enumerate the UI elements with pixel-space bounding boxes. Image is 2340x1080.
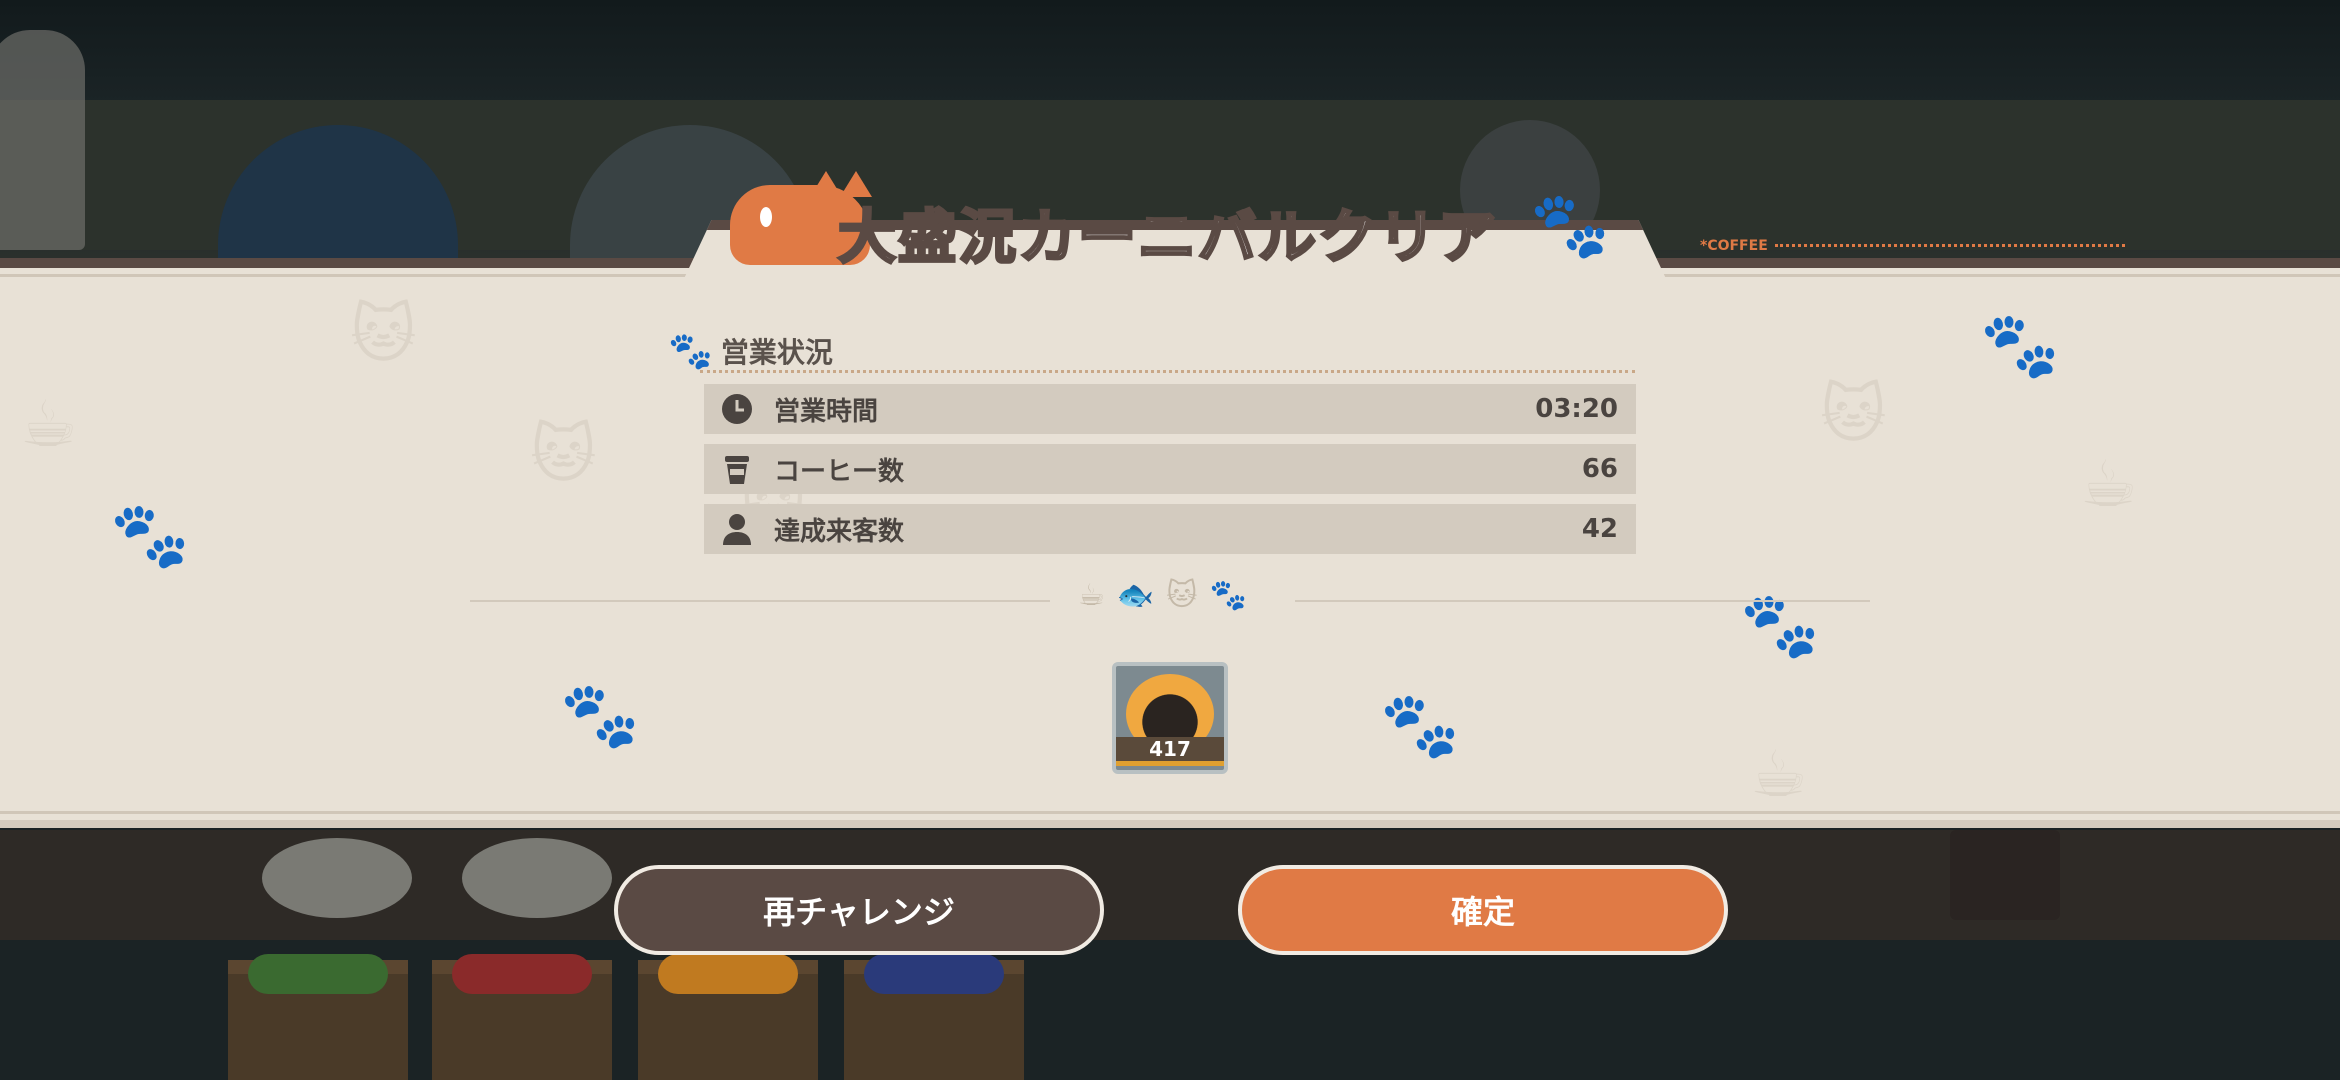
stat-value: 66 <box>1581 454 1618 484</box>
coffee-tag: *COFFEE <box>1700 238 1768 254</box>
cup-watermark-icon: ☕ <box>1750 738 1808 812</box>
stat-label: コーヒー数 <box>774 456 905 487</box>
divider-ornament: ☕ 🐟 🐱 🐾 <box>1078 578 1247 613</box>
cup-watermark-icon: ☕ <box>20 388 78 462</box>
coffee-dotted-line <box>1775 244 2125 247</box>
crate-decor <box>638 954 818 1080</box>
crate-decor <box>432 954 612 1080</box>
crate-decor <box>228 954 408 1080</box>
cat-watermark-icon: 🐱 <box>1820 378 1887 452</box>
result-title: 大盛況カーニバルクリア <box>836 202 1499 273</box>
plate-decor <box>462 838 612 918</box>
paw-icon: 🐾 <box>1209 578 1247 613</box>
stat-label: 達成来客数 <box>774 516 905 547</box>
result-header: 大盛況カーニバルクリア 🐾 <box>650 171 1700 330</box>
cat-watermark-icon: 🐱 <box>350 298 417 372</box>
chef-hat-decor <box>0 30 85 250</box>
stat-value: 42 <box>1581 514 1618 544</box>
cup-watermark-icon: ☕ <box>2080 448 2138 522</box>
section-divider <box>700 370 1635 373</box>
paw-icon: 🐾 <box>1529 188 1612 265</box>
stat-row-business-time: 営業時間 03:20 <box>704 384 1636 434</box>
section-title: 営業状況 <box>720 336 833 369</box>
cat-icon: 🐱 <box>1166 578 1198 613</box>
paw-watermark-icon: 🐾 <box>1380 689 1460 763</box>
confirm-button[interactable]: 確定 <box>1238 865 1728 955</box>
reward-item[interactable]: 417 <box>1112 662 1228 774</box>
stat-row-customer-count: 達成来客数 42 <box>704 504 1636 554</box>
cup-icon <box>720 452 754 486</box>
person-icon <box>720 512 754 546</box>
paw-watermark-icon: 🐾 <box>110 499 190 573</box>
stat-row-coffee-count: コーヒー数 66 <box>704 444 1636 494</box>
mug-decor <box>1950 830 2060 920</box>
retry-button[interactable]: 再チャレンジ <box>614 865 1104 955</box>
plate-decor <box>262 838 412 918</box>
fish-icon: 🐟 <box>1116 578 1155 613</box>
paw-watermark-icon: 🐾 <box>560 679 640 753</box>
crate-decor <box>844 954 1024 1080</box>
reward-count: 417 <box>1116 737 1224 766</box>
paw-icon: 🐾 <box>668 331 713 372</box>
stat-label: 営業時間 <box>774 396 879 427</box>
stat-value: 03:20 <box>1535 394 1618 424</box>
divider-right <box>1295 600 1870 602</box>
cat-watermark-icon: 🐱 <box>530 418 597 492</box>
divider-left <box>470 600 1050 602</box>
paw-watermark-icon: 🐾 <box>1980 309 2060 383</box>
cup-icon: ☕ <box>1078 578 1105 613</box>
section-header: 🐾 営業状況 <box>668 330 833 372</box>
clock-icon <box>720 392 754 426</box>
